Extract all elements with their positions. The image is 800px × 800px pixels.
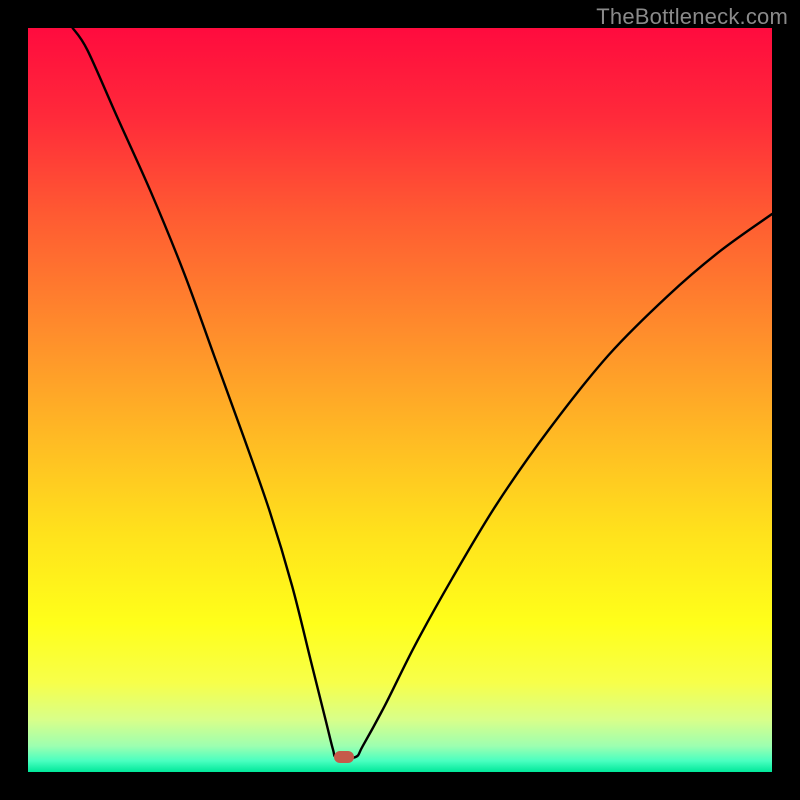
chart-frame: TheBottleneck.com xyxy=(0,0,800,800)
gradient-background xyxy=(28,28,772,772)
optimal-point-marker xyxy=(334,751,354,763)
watermark-text: TheBottleneck.com xyxy=(596,4,788,30)
plot-svg xyxy=(28,28,772,772)
plot-area xyxy=(28,28,772,772)
